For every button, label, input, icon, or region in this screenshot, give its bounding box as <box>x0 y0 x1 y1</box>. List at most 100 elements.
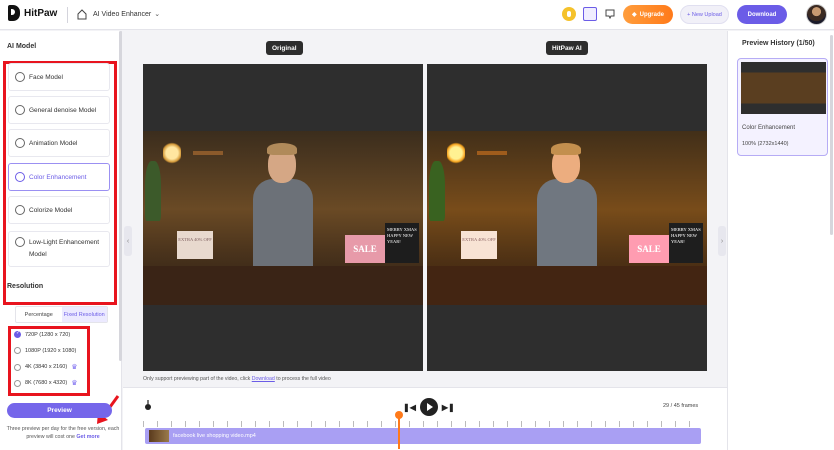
track-filename: facebook live shopping video.mp4 <box>173 433 256 439</box>
hint-suffix: to process the full video <box>276 376 331 382</box>
logo-text: HitPaw <box>24 7 58 19</box>
chalkboard-sign: MERRY XMAS HAPPY NEW YEAR! <box>385 223 419 263</box>
model-label: Animation Model <box>29 139 78 147</box>
lamp <box>163 141 181 165</box>
upgrade-label: Upgrade <box>639 11 664 18</box>
radio <box>14 363 21 371</box>
shelf <box>193 151 223 155</box>
history-thumbnail <box>741 62 826 114</box>
extra-sign: EXTRA 40% OFF <box>461 231 497 259</box>
lamp <box>447 141 465 165</box>
download-button[interactable]: Download <box>737 5 787 24</box>
right-scrollbar[interactable] <box>830 35 833 235</box>
model-animation[interactable]: Animation Model <box>8 129 110 157</box>
resolution-option-1080p[interactable]: 1080P (1920 x 1080) <box>14 347 76 354</box>
model-colorize[interactable]: Colorize Model <box>8 196 110 224</box>
low-light-icon <box>15 237 25 247</box>
resolution-label: 720P (1280 x 720) <box>25 331 71 338</box>
hitpaw-ai-label: HitPaw AI <box>546 41 588 55</box>
left-panel: AI Model Face Model General denoise Mode… <box>0 31 122 450</box>
new-upload-button[interactable]: + New Upload <box>680 5 729 24</box>
preview-note: Three preview per day for the free versi… <box>4 425 122 441</box>
preview-hint: Only support previewing part of the vide… <box>143 376 331 382</box>
tab-fixed-resolution[interactable]: Fixed Resolution <box>61 307 107 322</box>
preview-history-title: Preview History (1/50) <box>742 40 815 47</box>
counter <box>143 266 423 305</box>
model-label: General denoise Model <box>29 106 97 114</box>
christmas-tree <box>429 161 445 221</box>
sale-sign: SALE <box>629 235 669 263</box>
tab-percentage[interactable]: Percentage <box>16 307 62 322</box>
top-bar: HitPaw AI Video Enhancer ⌄ ◆ Upgrade + N… <box>0 0 834 30</box>
extra-sign: EXTRA 40% OFF <box>177 231 213 259</box>
timeline: ❚◀ ▶❚ 29 / 45 frames facebook live shopp… <box>123 387 727 450</box>
next-arrow[interactable]: › <box>718 226 726 256</box>
left-scrollbar[interactable] <box>119 31 122 361</box>
preview-area: Original HitPaw AI ‹ › EXTRA 40% OFF SAL… <box>123 31 727 450</box>
chevron-down-icon: ⌄ <box>154 11 161 18</box>
crown-icon: ♛ <box>71 364 78 371</box>
next-frame-icon[interactable]: ▶❚ <box>442 403 455 412</box>
feedback-icon[interactable] <box>603 7 617 21</box>
app-selector[interactable]: AI Video Enhancer ⌄ <box>93 10 161 19</box>
person <box>253 179 313 271</box>
task-list-icon[interactable] <box>583 7 597 21</box>
resolution-option-8k[interactable]: 8K (7680 x 4320) ♛ <box>14 379 77 387</box>
tap-icon[interactable] <box>143 400 153 411</box>
resolution-title: Resolution <box>7 283 44 290</box>
resolution-option-4k[interactable]: 4K (3840 x 2160) ♛ <box>14 363 77 371</box>
chalkboard-sign: MERRY XMAS HAPPY NEW YEAR! <box>669 223 703 263</box>
playback-controls: ❚◀ ▶❚ <box>403 398 455 416</box>
person-hair <box>551 143 581 155</box>
play-button[interactable] <box>419 398 438 416</box>
model-color-enhancement[interactable]: Color Enhancement <box>8 163 110 191</box>
home-icon[interactable] <box>77 9 87 20</box>
hitpaw-logo: HitPaw <box>8 5 57 21</box>
animation-icon <box>15 138 25 148</box>
person-hair <box>267 143 297 155</box>
crown-icon: ♛ <box>71 380 78 387</box>
christmas-tree <box>145 161 161 221</box>
previous-frame-icon[interactable]: ❚◀ <box>403 403 416 412</box>
video-track[interactable]: facebook live shopping video.mp4 <box>145 428 701 444</box>
counter <box>427 266 707 305</box>
history-item-name: Color Enhancement <box>742 125 796 131</box>
get-more-link[interactable]: Get more <box>76 434 99 440</box>
shelf <box>477 151 507 155</box>
preview-button[interactable]: Preview <box>7 403 112 418</box>
hint-prefix: Only support previewing part of the vide… <box>143 376 251 382</box>
history-item-meta: 100% (2732x1440) <box>742 141 789 147</box>
playhead[interactable] <box>395 411 403 449</box>
model-general-denoise[interactable]: General denoise Model <box>8 96 110 124</box>
hitpaw-logo-icon <box>8 5 20 21</box>
original-label: Original <box>266 41 303 55</box>
note-text: Three preview per day for the free versi… <box>6 426 120 440</box>
avatar[interactable] <box>806 4 827 25</box>
denoise-icon <box>15 105 25 115</box>
palette-icon <box>15 205 25 215</box>
resolution-label: 4K (3840 x 2160) <box>25 364 68 370</box>
sale-sign: SALE <box>345 235 385 263</box>
divider <box>67 7 68 23</box>
resolution-option-720p[interactable]: 720P (1280 x 720) <box>14 330 71 338</box>
app-name-label: AI Video Enhancer <box>93 10 152 18</box>
resolution-tabs: Percentage Fixed Resolution <box>15 306 108 323</box>
model-label: Colorize Model <box>29 206 73 214</box>
lightbulb-icon[interactable] <box>562 7 576 21</box>
original-video[interactable]: EXTRA 40% OFF SALE MERRY XMAS HAPPY NEW … <box>143 64 423 371</box>
preview-history-panel: Preview History (1/50) Color Enhancement… <box>727 31 834 450</box>
model-label: Low-Light Enhancement Model <box>29 239 100 258</box>
model-label: Color Enhancement <box>29 173 87 181</box>
model-face[interactable]: Face Model <box>8 63 110 91</box>
radio <box>14 347 21 354</box>
model-low-light[interactable]: Low-Light Enhancement Model <box>8 231 110 267</box>
enhanced-video[interactable]: EXTRA 40% OFF SALE MERRY XMAS HAPPY NEW … <box>427 64 707 371</box>
prev-arrow[interactable]: ‹ <box>124 226 132 256</box>
face-icon <box>15 72 25 82</box>
person <box>537 179 597 271</box>
upgrade-button[interactable]: ◆ Upgrade <box>623 5 673 24</box>
frame-counter: 29 / 45 frames <box>663 403 699 409</box>
download-link[interactable]: Download <box>252 376 275 382</box>
history-item[interactable]: Color Enhancement 100% (2732x1440) <box>737 58 828 156</box>
radio <box>14 379 21 387</box>
